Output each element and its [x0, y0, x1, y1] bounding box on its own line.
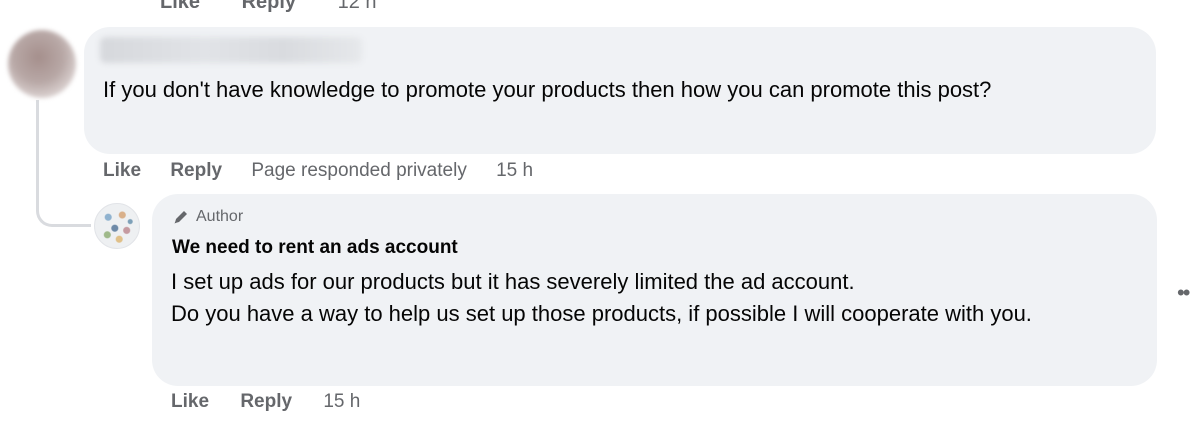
- page-responded-status: Page responded privately: [251, 160, 467, 181]
- reply-actions: Like Reply 15 h: [171, 391, 386, 413]
- author-badge-label: Author: [196, 208, 244, 225]
- reply-button[interactable]: Reply: [240, 391, 292, 413]
- reply-text-line: I set up ads for our products but it has…: [171, 269, 855, 294]
- commenter-name-blurred[interactable]: [100, 37, 362, 63]
- comment-actions: Like Reply Page responded privately 15 h: [103, 160, 557, 182]
- author-badge: Author: [172, 208, 243, 226]
- reply-button[interactable]: Reply: [242, 0, 296, 13]
- avatar[interactable]: [8, 30, 76, 98]
- previous-comment-actions: Like Reply 12 h: [160, 0, 413, 13]
- avatar[interactable]: [94, 203, 140, 249]
- thread-connector-line: [36, 100, 91, 227]
- like-button[interactable]: Like: [171, 391, 209, 413]
- reply-text-line: Do you have a way to help us set up thos…: [171, 301, 1032, 326]
- more-options-icon[interactable]: ••: [1177, 280, 1190, 306]
- reply-timestamp[interactable]: 15 h: [323, 391, 360, 413]
- comment-timestamp[interactable]: 12 h: [338, 0, 377, 13]
- pencil-icon: [174, 211, 187, 224]
- comment-text: If you don't have knowledge to promote y…: [103, 77, 992, 102]
- like-button[interactable]: Like: [160, 0, 200, 13]
- reply-text: I set up ads for our products but it has…: [171, 266, 1131, 330]
- comment-timestamp[interactable]: 15 h: [496, 160, 533, 182]
- like-button[interactable]: Like: [103, 160, 141, 182]
- reply-author-name[interactable]: We need to rent an ads account: [172, 237, 458, 259]
- reply-button[interactable]: Reply: [170, 160, 222, 182]
